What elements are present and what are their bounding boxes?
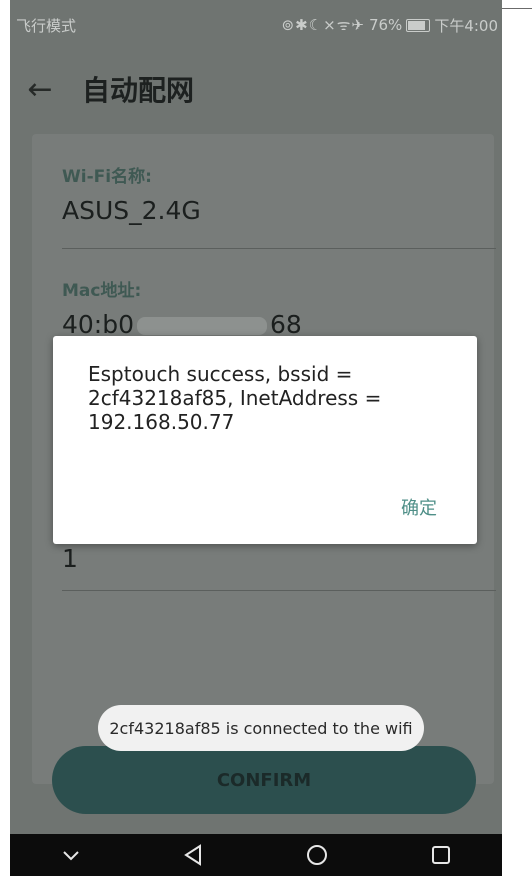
wifi-divider [62,248,496,249]
mac-address-label: Mac地址: [62,281,142,301]
chevron-down-icon[interactable] [61,848,81,862]
confirm-button-label: CONFIRM [216,769,312,791]
wifi-name-label: Wi-Fi名称: [62,167,152,187]
dialog-message: Esptouch success, bssid = 2cf43218af85, … [88,362,382,434]
edge-line [502,8,532,9]
back-triangle-icon[interactable] [182,843,204,867]
battery-percent: 76% [368,16,403,34]
mac-address-end: 68 [270,310,302,339]
wifi-name-value[interactable]: ASUS_2.4G [62,196,201,225]
toast-message: 2cf43218af85 is connected to the wifi [98,705,424,751]
battery-icon [406,18,431,32]
device-count-value[interactable]: 1 [62,544,78,573]
phone-screen: 飞行模式 ⊚✱☾⨯ᯤ✈ 76% 下午4:00 ← 自动配网 Wi-Fi名称: A… [10,0,502,876]
page-title: 自动配网 [82,74,195,107]
count-divider [62,590,496,591]
status-icons: ⊚✱☾⨯ᯤ✈ 76% 下午4:00 [282,15,502,36]
app-bar: ← 自动配网 [10,50,502,128]
mac-address-value[interactable]: 40:b0 68 [62,310,302,339]
home-circle-icon[interactable] [305,843,329,867]
status-time: 下午4:00 [434,16,498,35]
system-nav-bar [10,834,502,876]
success-dialog: Esptouch success, bssid = 2cf43218af85, … [53,336,477,544]
status-glyph-icons: ⊚✱☾⨯ᯤ✈ [281,16,365,34]
toast-text: 2cf43218af85 is connected to the wifi [109,718,413,738]
confirm-button[interactable]: CONFIRM [52,746,476,814]
dialog-ok-button[interactable]: 确定 [401,494,437,520]
mac-address-start: 40:b0 [62,310,135,339]
page-edge [502,0,532,876]
recents-square-icon[interactable] [430,844,452,866]
airplane-mode-text: 飞行模式 [16,16,77,35]
redacted-blur [137,317,268,335]
status-bar: 飞行模式 ⊚✱☾⨯ᯤ✈ 76% 下午4:00 [10,0,502,50]
back-arrow-icon[interactable]: ← [10,72,70,107]
